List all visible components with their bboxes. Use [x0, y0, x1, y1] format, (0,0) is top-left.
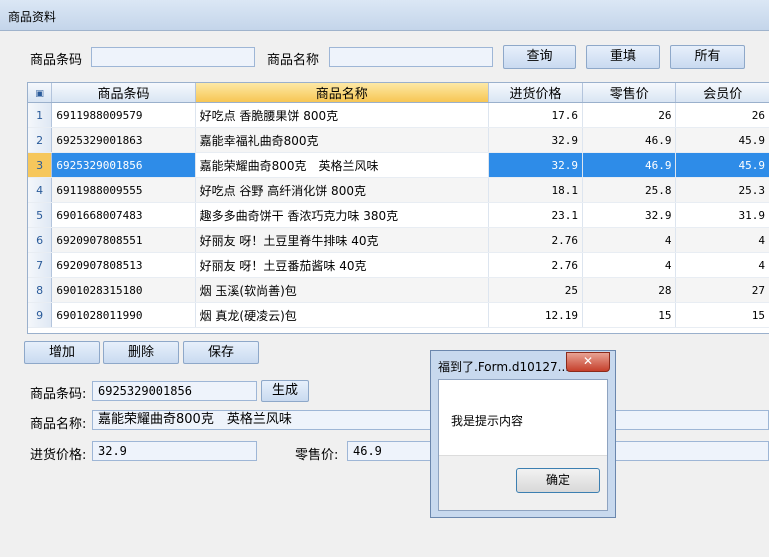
search-name-input[interactable] [329, 47, 493, 67]
all-button[interactable]: 所有 [670, 45, 745, 69]
table-row[interactable]: 3 6925329001856 嘉能荣耀曲奇800克 英格兰风味 32.9 46.9 45… [28, 152, 769, 178]
cell-cost[interactable]: 17.6 [488, 102, 583, 128]
cell-member[interactable]: 4 [675, 227, 769, 253]
cell-name[interactable]: 好吃点 香脆腰果饼 800克 [195, 102, 489, 128]
table-row[interactable]: 4 6911988009555 好吃点 谷野 高纤消化饼 800克 18.1 25.8 2… [28, 177, 769, 203]
cell-code[interactable]: 6920907808551 [51, 227, 196, 253]
close-icon: ✕ [582, 354, 594, 368]
table-row[interactable]: 9 6901028011990 烟 真龙(硬凌云)包 12.19 15 15 [28, 302, 769, 328]
column-header-name[interactable]: 商品名称 [195, 83, 489, 103]
table-row[interactable]: 1 6911988009579 好吃点 香脆腰果饼 800克 17.6 26 26 [28, 102, 769, 128]
add-button[interactable]: 增加 [24, 341, 100, 364]
cell-cost[interactable]: 18.1 [488, 177, 583, 203]
cell-code[interactable]: 6901668007483 [51, 202, 196, 228]
cell-code[interactable]: 6911988009555 [51, 177, 196, 203]
window-title: 商品资料 [8, 10, 57, 24]
cell-retail[interactable]: 32.9 [582, 202, 677, 228]
title-bar: 商品资料 [0, 0, 769, 31]
search-name-label: 商品名称 [267, 53, 320, 68]
cell-cost[interactable]: 32.9 [488, 152, 583, 178]
cell-retail[interactable]: 26 [582, 102, 677, 128]
column-header-code[interactable]: 商品条码 [51, 83, 196, 103]
cell-name[interactable]: 嘉能幸福礼曲奇800克 [195, 127, 489, 153]
cell-name[interactable]: 好丽友 呀！土豆里脊牛排味 40克 [195, 227, 489, 253]
row-number[interactable]: 9 [28, 302, 53, 328]
cell-name[interactable]: 趣多多曲奇饼干 香浓巧克力味 380克 [195, 202, 489, 228]
cell-member[interactable]: 4 [675, 252, 769, 278]
search-code-input[interactable] [91, 47, 255, 67]
cell-code[interactable]: 6925329001856 [51, 152, 196, 178]
row-number[interactable]: 3 [28, 152, 53, 178]
cell-retail[interactable]: 46.9 [582, 152, 677, 178]
cell-name[interactable]: 烟 真龙(硬凌云)包 [195, 302, 489, 328]
cell-cost[interactable]: 32.9 [488, 127, 583, 153]
cell-member[interactable]: 45.9 [675, 127, 769, 153]
cell-member[interactable]: 15 [675, 302, 769, 328]
delete-button[interactable]: 删除 [103, 341, 179, 364]
table-row[interactable]: 5 6901668007483 趣多多曲奇饼干 香浓巧克力味 380克 23.1 32.… [28, 202, 769, 228]
dialog-close-button[interactable]: ✕ [566, 352, 610, 372]
query-button[interactable]: 查询 [503, 45, 576, 69]
lock-icon: ▣ [35, 89, 44, 99]
row-number[interactable]: 8 [28, 277, 53, 303]
row-number[interactable]: 1 [28, 102, 53, 128]
cell-member[interactable]: 26 [675, 102, 769, 128]
form-cost-label: 进货价格: [30, 448, 87, 463]
form-retail-label: 零售价: [295, 448, 339, 463]
table-row[interactable]: 6 6920907808551 好丽友 呀！土豆里脊牛排味 40克 2.76 4 4 [28, 227, 769, 253]
row-number[interactable]: 7 [28, 252, 53, 278]
cell-retail[interactable]: 25.8 [582, 177, 677, 203]
column-header-cost[interactable]: 进货价格 [488, 83, 583, 103]
cell-code[interactable]: 6925329001863 [51, 127, 196, 153]
cell-name[interactable]: 好吃点 谷野 高纤消化饼 800克 [195, 177, 489, 203]
cell-cost[interactable]: 23.1 [488, 202, 583, 228]
search-code-label: 商品条码 [30, 53, 83, 68]
cell-cost[interactable]: 2.76 [488, 227, 583, 253]
dialog-body: 我是提示内容 确定 [438, 379, 608, 511]
generate-button[interactable]: 生成 [261, 380, 309, 402]
form-cost-input[interactable]: 32.9 [92, 441, 257, 461]
cell-retail[interactable]: 46.9 [582, 127, 677, 153]
column-header-retail[interactable]: 零售价 [582, 83, 677, 103]
cell-member[interactable]: 45.9 [675, 152, 769, 178]
row-number[interactable]: 5 [28, 202, 53, 228]
grid-header: ▣ 商品条码 商品名称 进货价格 零售价 会员价 [28, 83, 769, 103]
cell-member[interactable]: 27 [675, 277, 769, 303]
dialog-message: 我是提示内容 [451, 414, 524, 428]
cell-name[interactable]: 好丽友 呀！土豆番茄酱味 40克 [195, 252, 489, 278]
row-number[interactable]: 2 [28, 127, 53, 153]
cell-member[interactable]: 25.3 [675, 177, 769, 203]
dialog-ok-button[interactable]: 确定 [516, 468, 600, 493]
form-name-label: 商品名称: [30, 417, 87, 432]
cell-retail[interactable]: 4 [582, 252, 677, 278]
product-grid[interactable]: ▣ 商品条码 商品名称 进货价格 零售价 会员价 1 6911988009579 好… [27, 82, 769, 334]
cell-code[interactable]: 6901028315180 [51, 277, 196, 303]
table-row[interactable]: 2 6925329001863 嘉能幸福礼曲奇800克 32.9 46.9 45.9 [28, 127, 769, 153]
cell-member[interactable]: 31.9 [675, 202, 769, 228]
dialog-footer: 确定 [439, 455, 607, 510]
message-dialog: 福到了.Form.d10127... ✕ 我是提示内容 确定 [430, 350, 616, 518]
cell-code[interactable]: 6920907808513 [51, 252, 196, 278]
row-number[interactable]: 6 [28, 227, 53, 253]
form-code-input[interactable]: 6925329001856 [92, 381, 257, 401]
reset-button[interactable]: 重填 [586, 45, 660, 69]
table-row[interactable]: 7 6920907808513 好丽友 呀！土豆番茄酱味 40克 2.76 4 4 [28, 252, 769, 278]
cell-cost[interactable]: 2.76 [488, 252, 583, 278]
cell-retail[interactable]: 28 [582, 277, 677, 303]
cell-code[interactable]: 6911988009579 [51, 102, 196, 128]
cell-name[interactable]: 烟 玉溪(软尚善)包 [195, 277, 489, 303]
cell-cost[interactable]: 12.19 [488, 302, 583, 328]
cell-code[interactable]: 6901028011990 [51, 302, 196, 328]
dialog-title: 福到了.Form.d10127... [438, 360, 570, 374]
table-row[interactable]: 8 6901028315180 烟 玉溪(软尚善)包 25 28 27 [28, 277, 769, 303]
save-button[interactable]: 保存 [183, 341, 259, 364]
cell-retail[interactable]: 15 [582, 302, 677, 328]
cell-name[interactable]: 嘉能荣耀曲奇800克 英格兰风味 [195, 152, 489, 178]
row-number[interactable]: 4 [28, 177, 53, 203]
form-code-label: 商品条码: [30, 387, 87, 402]
cell-retail[interactable]: 4 [582, 227, 677, 253]
grid-lock-corner[interactable]: ▣ [28, 83, 53, 103]
column-header-member[interactable]: 会员价 [675, 83, 769, 103]
cell-cost[interactable]: 25 [488, 277, 583, 303]
